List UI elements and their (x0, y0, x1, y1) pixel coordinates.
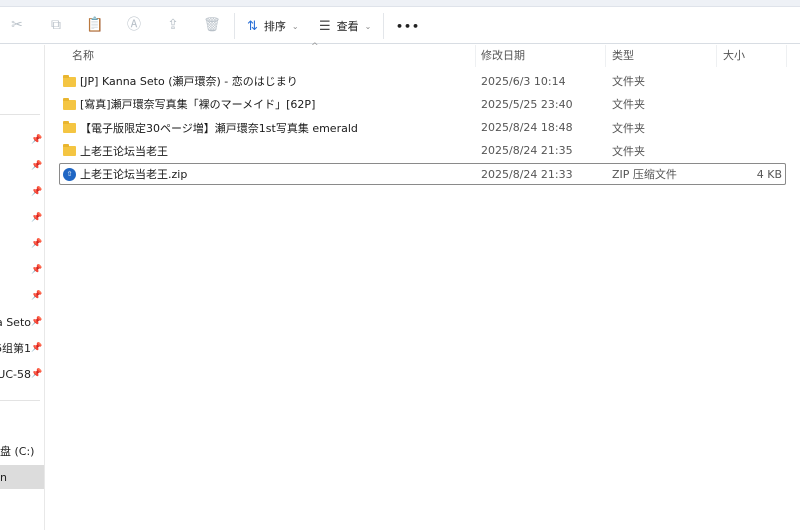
pin-icon: 📌 (31, 265, 43, 275)
sidebar-item-drive-c[interactable]: 盘 (C:) (0, 439, 44, 463)
folder-icon (63, 97, 76, 110)
file-name: ⇧ 上老王论坛当老王.zip (63, 166, 187, 182)
pin-icon: 📌 (31, 291, 43, 301)
file-type: 文件夹 (612, 98, 645, 112)
file-date: 2025/8/24 21:33 (481, 167, 573, 181)
delete-icon[interactable]: 🗑 (203, 16, 221, 34)
zip-file-icon: ⇧ (63, 167, 76, 181)
chevron-down-icon: ⌄ (291, 21, 299, 31)
pin-icon: 📌 (31, 161, 43, 171)
column-name[interactable]: 名称 (66, 45, 476, 67)
sidebar-item-label: n (0, 470, 7, 484)
sidebar-item-label: na Seto (0, 315, 31, 329)
sidebar-item[interactable]: 📌 (0, 154, 44, 178)
sidebar-item[interactable]: na Seto📌 (0, 310, 44, 334)
divider (383, 13, 384, 39)
pin-icon: 📌 (31, 187, 43, 197)
sidebar-item[interactable]: 📌 (0, 180, 44, 204)
file-name: 上老王论坛当老王 (63, 143, 168, 159)
more-button[interactable]: ••• (396, 15, 420, 37)
column-date[interactable]: 修改日期 (475, 45, 606, 67)
sidebar-item[interactable]: 📌 (0, 258, 44, 282)
navigation-pane: 📌 📌 📌 📌 📌 📌 📌 na Seto📌 6组第1📌 58-UC📌 盘 (C… (0, 45, 45, 530)
file-row[interactable]: 上老王论坛当老王 2025/8/24 21:35 文件夹 (59, 140, 786, 162)
rename-icon[interactable]: Ⓐ (125, 16, 143, 34)
file-date: 2025/8/24 18:48 (481, 121, 573, 135)
command-bar: ✂ ⧉ 📋 Ⓐ ⇪ 🗑 ⇅ 排序 ⌄ ☰ 查看 ⌄ ••• (0, 7, 800, 44)
title-bar-strip (0, 0, 800, 7)
sidebar-item-selected[interactable]: n (0, 465, 44, 489)
sort-icon: ⇅ (247, 18, 258, 34)
file-size: 4 KB (756, 167, 782, 181)
paste-icon[interactable]: 📋 (86, 16, 104, 34)
pin-icon: 📌 (31, 213, 43, 223)
sidebar-item[interactable]: 📌 (0, 206, 44, 230)
sort-label: 排序 (263, 20, 286, 33)
copy-icon[interactable]: ⧉ (47, 16, 65, 34)
pin-icon: 📌 (31, 239, 43, 249)
sidebar-item-label: 58-UC (0, 367, 31, 381)
sidebar-item[interactable]: 58-UC📌 (0, 362, 44, 386)
file-row[interactable]: 【電子版限定30ページ増】瀬戸環奈1st写真集 emerald 2025/8/2… (59, 117, 786, 139)
divider (0, 400, 40, 401)
sidebar-item-label: 盘 (C:) (0, 445, 35, 458)
file-row[interactable]: [JP] Kanna Seto (瀬戸環奈) - 恋のはじまり 2025/6/3… (59, 70, 786, 92)
divider (0, 114, 40, 115)
folder-icon (63, 144, 76, 157)
pin-icon: 📌 (31, 135, 43, 145)
pin-icon: 📌 (31, 369, 43, 379)
cut-icon[interactable]: ✂ (8, 16, 26, 34)
file-row[interactable]: [寫真]瀬戸環奈写真集「裸のマーメイド」[62P] 2025/5/25 23:4… (59, 93, 786, 115)
file-name-text: 上老王论坛当老王 (80, 144, 168, 158)
file-name: 【電子版限定30ページ増】瀬戸環奈1st写真集 emerald (63, 120, 358, 136)
column-type[interactable]: 类型 (606, 45, 717, 67)
sidebar-item[interactable]: 📌 (0, 232, 44, 256)
column-header: ^ 名称 修改日期 类型 大小 (45, 42, 800, 67)
file-type: 文件夹 (612, 121, 645, 135)
file-date: 2025/5/25 23:40 (481, 97, 573, 111)
chevron-down-icon: ⌄ (364, 21, 372, 31)
sidebar-item[interactable]: 📌 (0, 284, 44, 308)
file-row[interactable]: ⇧ 上老王论坛当老王.zip 2025/8/24 21:33 ZIP 压缩文件 4… (59, 163, 786, 186)
file-name-text: [JP] Kanna Seto (瀬戸環奈) - 恋のはじまり (80, 75, 298, 88)
view-button[interactable]: ☰ 查看 ⌄ (319, 15, 371, 37)
sidebar-item-label: 6组第1 (0, 342, 31, 355)
share-icon[interactable]: ⇪ (164, 16, 182, 34)
file-name-text: 【電子版限定30ページ増】瀬戸環奈1st写真集 emerald (80, 121, 358, 135)
file-name-text: 上老王论坛当老王.zip (80, 168, 188, 182)
column-size[interactable]: 大小 (717, 45, 787, 67)
file-type: 文件夹 (612, 75, 645, 88)
view-label: 查看 (336, 20, 359, 33)
file-name: [JP] Kanna Seto (瀬戸環奈) - 恋のはじまり (63, 73, 298, 89)
file-type: 文件夹 (612, 144, 645, 158)
view-icon: ☰ (319, 18, 331, 34)
file-name-text: [寫真]瀬戸環奈写真集「裸のマーメイド」[62P] (80, 98, 316, 112)
folder-icon (63, 74, 76, 87)
file-date: 2025/6/3 10:14 (481, 74, 566, 88)
file-type: ZIP 压缩文件 (612, 168, 677, 182)
sidebar-item[interactable]: 6组第1📌 (0, 336, 44, 360)
file-date: 2025/8/24 21:35 (481, 144, 573, 158)
pin-icon: 📌 (31, 343, 43, 353)
sidebar-item[interactable]: 📌 (0, 128, 44, 152)
folder-icon (63, 121, 76, 134)
pin-icon: 📌 (31, 317, 43, 327)
sort-button[interactable]: ⇅ 排序 ⌄ (247, 15, 299, 37)
divider (234, 13, 235, 39)
file-name: [寫真]瀬戸環奈写真集「裸のマーメイド」[62P] (63, 96, 315, 112)
